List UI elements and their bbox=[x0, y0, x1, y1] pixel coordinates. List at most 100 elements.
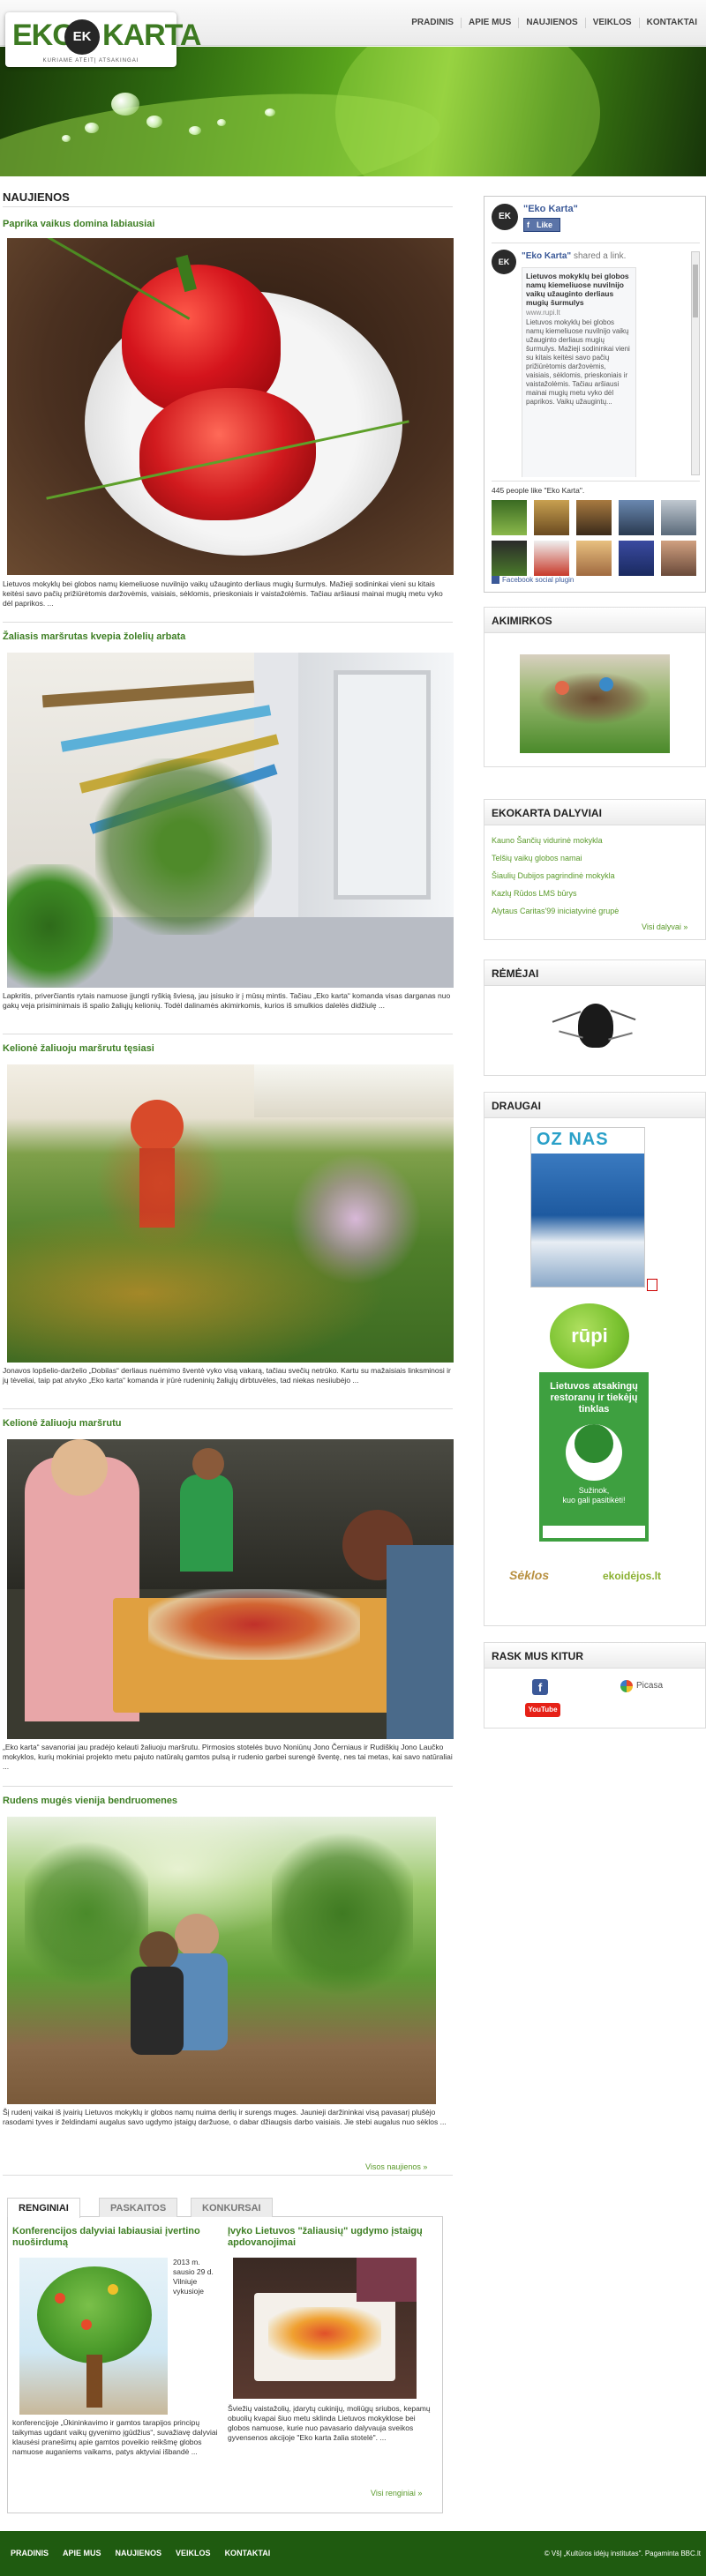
ekoidejos-logo[interactable]: ekoidėjos.lt bbox=[603, 1570, 661, 1582]
fan-avatar[interactable] bbox=[619, 541, 654, 576]
event-title-left[interactable]: Konferencijos dalyviai labiausiai įverti… bbox=[12, 2226, 215, 2249]
article-text-2: Lapkritis, priverčiantis rytais namuose … bbox=[3, 991, 451, 1010]
article-image-2[interactable] bbox=[7, 653, 454, 988]
fb-scrollbar[interactable] bbox=[691, 251, 700, 475]
fb-post-header: "Eko Karta" shared a link. bbox=[522, 251, 689, 261]
logo-mark-icon: EK bbox=[64, 19, 100, 55]
fb-stream: EK "Eko Karta" shared a link. Lietuvos m… bbox=[492, 250, 689, 477]
all-news-link[interactable]: Visos naujienos » bbox=[365, 2162, 427, 2171]
fb-post-author[interactable]: "Eko Karta" bbox=[522, 251, 571, 261]
fan-avatar[interactable] bbox=[534, 541, 569, 576]
footer-nav-naujienos[interactable]: NAUJIENOS bbox=[109, 2549, 169, 2557]
gallery-photo[interactable] bbox=[520, 654, 670, 753]
footer-nav-veiklos[interactable]: VEIKLOS bbox=[169, 2549, 218, 2557]
youtube-logo[interactable]: YouTube bbox=[525, 1702, 560, 1717]
fb-plugin-text: Facebook social plugin bbox=[502, 576, 575, 584]
article-text-4: „Eko karta“ savanoriai jau pradėjo kelau… bbox=[3, 1743, 453, 1771]
facebook-icon[interactable]: f bbox=[532, 1679, 548, 1695]
divider bbox=[3, 2175, 453, 2176]
sekos-logo[interactable]: Sėklos bbox=[509, 1568, 549, 1582]
event-image-left[interactable] bbox=[19, 2258, 168, 2415]
article-text-5: Šį rudenį vaikai iš įvairių Lietuvos mok… bbox=[3, 2108, 447, 2126]
sponsor-logo[interactable] bbox=[548, 998, 640, 1062]
fb-shared-link[interactable]: Lietuvos mokyklų bei globos namų kiemeli… bbox=[522, 267, 636, 477]
widget-find-title: RASK MUS KITUR bbox=[484, 1642, 706, 1669]
article-title-3[interactable]: Kelionė žaliuoju maršrutu tęsiasi bbox=[3, 1043, 154, 1054]
partner-link-5[interactable]: Alytaus Caritas'99 iniciatyvinė grupė bbox=[492, 907, 619, 915]
article-image-1[interactable] bbox=[7, 238, 454, 575]
ad-line-3: tinklas bbox=[578, 1404, 610, 1415]
nav-kontaktai[interactable]: KONTAKTAI bbox=[638, 18, 704, 28]
partner-link-2[interactable]: Telšių vaikų globos namai bbox=[492, 854, 582, 862]
article-title-4[interactable]: Kelionė žaliuoju maršrutu bbox=[3, 1418, 121, 1429]
fan-avatar[interactable] bbox=[619, 500, 654, 535]
fb-post-avatar: EK bbox=[492, 250, 516, 274]
event-text-left: konferencijoje „Ūkininkavimo ir gamtos t… bbox=[12, 2418, 218, 2456]
divider bbox=[3, 206, 453, 207]
footer-nav: PRADINIS APIE MUS NAUJIENOS VEIKLOS KONT… bbox=[4, 2549, 277, 2557]
ad-line-2: restoranų ir tiekėjų bbox=[550, 1393, 638, 1403]
article-image-5[interactable] bbox=[7, 1817, 436, 2104]
nav-apie-mus[interactable]: APIE MUS bbox=[460, 18, 518, 28]
fb-link-text: Lietuvos mokyklų bei globos namų kiemeli… bbox=[526, 318, 630, 406]
picasa-icon[interactable] bbox=[620, 1680, 633, 1692]
widget-akimirkos-title: AKIMIRKOS bbox=[484, 607, 706, 633]
all-events-link[interactable]: Visi renginiai » bbox=[371, 2489, 422, 2498]
partner-link-4[interactable]: Kazlų Rūdos LMS būrys bbox=[492, 889, 577, 898]
partner-link-3[interactable]: Šiaulių Dubijos pagrindinė mokykla bbox=[492, 871, 615, 880]
fan-avatar[interactable] bbox=[661, 500, 696, 535]
nav-pradinis[interactable]: PRADINIS bbox=[404, 18, 461, 28]
fb-likes-count: 445 people like "Eko Karta". bbox=[492, 486, 585, 495]
ad-line-1: Lietuvos atsakingų bbox=[550, 1381, 638, 1392]
tab-konkursai[interactable]: KONKURSAI bbox=[191, 2198, 273, 2217]
fan-avatar[interactable] bbox=[576, 500, 612, 535]
article-title-1[interactable]: Paprika vaikus domina labiausiai bbox=[3, 219, 154, 229]
footer-nav-apie-mus[interactable]: APIE MUS bbox=[56, 2549, 109, 2557]
site-footer: PRADINIS APIE MUS NAUJIENOS VEIKLOS KONT… bbox=[0, 2531, 706, 2576]
article-title-2[interactable]: Žaliasis maršrutas kvepia žolelių arbata bbox=[3, 631, 185, 642]
magazine-cover[interactable]: OZ NAS bbox=[530, 1127, 645, 1288]
pdf-icon[interactable] bbox=[647, 1279, 657, 1291]
fan-avatar[interactable] bbox=[492, 541, 527, 576]
fb-like-label: Like bbox=[537, 220, 553, 229]
fb-like-button[interactable]: f Like bbox=[523, 218, 560, 232]
events-tabs: RENGINIAI PASKAITOS KONKURSAI bbox=[7, 2196, 443, 2218]
fan-avatar[interactable] bbox=[492, 500, 527, 535]
widget-akimirkos bbox=[484, 633, 706, 767]
nav-naujienos[interactable]: NAUJIENOS bbox=[518, 18, 584, 28]
divider bbox=[3, 1408, 453, 1409]
main-nav: PRADINIS APIE MUS NAUJIENOS VEIKLOS KONT… bbox=[404, 18, 704, 28]
fb-post-action: shared a link. bbox=[573, 251, 627, 261]
fan-avatar[interactable] bbox=[534, 500, 569, 535]
article-image-3[interactable] bbox=[7, 1064, 454, 1363]
partner-link-1[interactable]: Kauno Šančių vidurinė mokykla bbox=[492, 836, 603, 845]
tab-renginiai[interactable]: RENGINIAI bbox=[7, 2198, 80, 2218]
youtube-label: YouTube bbox=[525, 1703, 560, 1717]
fb-link-title: Lietuvos mokyklų bei globos namų kiemeli… bbox=[526, 272, 629, 307]
event-title-right[interactable]: Įvyko Lietuvos "žaliausių" ugdymo įstaig… bbox=[228, 2226, 436, 2249]
logo-tagline: Kuriame ateitį atsakingai bbox=[42, 58, 139, 63]
footer-nav-kontaktai[interactable]: KONTAKTAI bbox=[218, 2549, 278, 2557]
nav-veiklos[interactable]: VEIKLOS bbox=[584, 18, 639, 28]
fb-link-domain: www.rupi.lt bbox=[526, 309, 560, 317]
rupi-logo[interactable]: rūpi bbox=[550, 1303, 629, 1369]
footer-nav-pradinis[interactable]: PRADINIS bbox=[4, 2549, 56, 2557]
article-title-5[interactable]: Rudens mugės vienija bendruomenes bbox=[3, 1796, 177, 1806]
picasa-label[interactable]: Picasa bbox=[636, 1681, 663, 1691]
all-partners-link[interactable]: Visi dalyvai » bbox=[642, 922, 687, 931]
tab-paskaitos[interactable]: PASKAITOS bbox=[99, 2198, 178, 2217]
widget-sponsors-title: RĖMĖJAI bbox=[484, 959, 706, 986]
article-image-4[interactable] bbox=[7, 1439, 454, 1739]
widget-friends-title: DRAUGAI bbox=[484, 1092, 706, 1118]
fb-page-name[interactable]: "Eko Karta" bbox=[523, 204, 578, 214]
facebook-widget: EK "Eko Karta" f Like EK "Eko Karta" sha… bbox=[484, 196, 706, 593]
widget-friends: OZ NAS rūpi Lietuvos atsakingų restoranų… bbox=[484, 1118, 706, 1626]
widget-partners-title: EKOKARTA DALYVIAI bbox=[484, 799, 706, 825]
article-text-1: Lietuvos mokyklų bei globos namų kiemeli… bbox=[3, 579, 443, 608]
fan-avatar[interactable] bbox=[661, 541, 696, 576]
widget-find-us: f Picasa YouTube bbox=[484, 1669, 706, 1729]
fan-avatar[interactable] bbox=[576, 541, 612, 576]
event-image-right[interactable] bbox=[233, 2258, 417, 2399]
responsible-restaurants-ad[interactable]: Lietuvos atsakingų restoranų ir tiekėjų … bbox=[539, 1372, 649, 1542]
site-logo[interactable]: EKO EK KARTA Kuriame ateitį atsakingai bbox=[5, 12, 201, 67]
